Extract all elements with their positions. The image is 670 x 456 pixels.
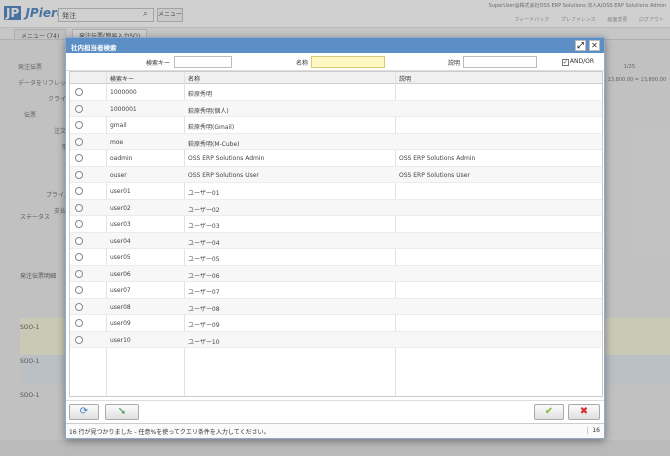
cell-name: ユーザー09 <box>188 322 220 329</box>
table-row[interactable]: user06 ユーザー06 <box>70 265 602 282</box>
table-row[interactable]: user07 ユーザー07 <box>70 282 602 299</box>
cell-description: OSS ERP Solutions User <box>399 171 470 179</box>
cell-search-key: ouser <box>110 171 127 179</box>
table-row[interactable]: user02 ユーザー02 <box>70 199 602 216</box>
dialog-status-bar: 16 行が見つかりました - 任意%を使ってクエリ条件を入力してください。 16 <box>66 423 604 438</box>
check-icon: ✔ <box>544 406 554 417</box>
row-select-radio[interactable] <box>75 236 83 245</box>
grid-header: 検索キー 名称 説明 <box>70 72 602 84</box>
cell-search-key: user04 <box>110 237 131 245</box>
status-message: 16 行が見つかりました - 任意%を使ってクエリ条件を入力してください。 <box>69 429 270 436</box>
grid-body: 1000000 萩原秀明 1000001 萩原秀明(個人) gmail 萩原秀明(Gmai… <box>70 84 602 348</box>
cell-search-key: user02 <box>110 204 131 212</box>
dialog-title: 社内担当者検索 <box>71 44 117 52</box>
row-select-radio[interactable] <box>75 253 83 261</box>
name-input[interactable] <box>311 56 385 68</box>
cell-name: ユーザー03 <box>188 223 220 230</box>
checkbox-checked-icon: ✓ <box>561 59 569 66</box>
results-grid: 検索キー 名称 説明 1000000 萩原秀明 1000001 萩原秀明(個人) gma… <box>69 71 603 397</box>
cell-search-key: oadmin <box>110 155 133 162</box>
cell-name: 萩原秀明 <box>188 91 213 98</box>
description-label: 説明 <box>448 60 461 67</box>
column-header-search-key[interactable]: 検索キー <box>110 74 134 83</box>
row-select-radio[interactable] <box>75 220 83 228</box>
cell-search-key: user06 <box>110 270 131 278</box>
cell-search-key: user05 <box>110 254 131 261</box>
cell-name: 萩原秀明(M-Cube) <box>188 140 240 148</box>
cancel-button[interactable]: ✖ <box>568 404 600 420</box>
cell-search-key: user09 <box>110 320 131 327</box>
table-row[interactable]: gmail 萩原秀明(Gmail) <box>70 117 602 134</box>
table-row[interactable]: moe 萩原秀明(M-Cube) <box>70 133 602 150</box>
row-select-radio[interactable] <box>75 203 83 212</box>
cell-name: ユーザー06 <box>188 272 220 280</box>
table-row[interactable]: user10 ユーザー10 <box>70 331 602 348</box>
description-input[interactable] <box>463 56 537 68</box>
row-select-radio[interactable] <box>75 121 83 129</box>
cell-name: 萩原秀明(個人) <box>188 107 229 115</box>
row-select-radio[interactable] <box>75 88 83 96</box>
table-row[interactable]: user09 ユーザー09 <box>70 315 602 332</box>
column-header-name[interactable]: 名称 <box>188 74 200 83</box>
and-or-checkbox[interactable]: ✓ AND/OR <box>561 58 594 66</box>
cell-name: ユーザー05 <box>188 256 220 263</box>
column-header-description[interactable]: 説明 <box>399 74 411 83</box>
dialog-title-bar: 社内担当者検索 ⤢ ✕ <box>66 38 604 53</box>
close-icon[interactable]: ✕ <box>589 40 600 51</box>
row-select-radio[interactable] <box>75 154 83 162</box>
table-row[interactable]: user01 ユーザー01 <box>70 183 602 200</box>
row-count: 16 <box>587 427 600 434</box>
ok-button[interactable]: ✔ <box>534 404 564 420</box>
table-row[interactable]: oadmin OSS ERP Solutions Admin OSS ERP Sol… <box>70 150 602 167</box>
cell-search-key: user01 <box>110 188 131 195</box>
table-row[interactable]: 1000001 萩原秀明(個人) <box>70 100 602 117</box>
cell-search-key: user07 <box>110 287 131 294</box>
row-select-radio[interactable] <box>75 104 83 113</box>
table-row[interactable]: user05 ユーザー05 <box>70 249 602 266</box>
cell-name: OSS ERP Solutions User <box>188 171 259 179</box>
name-label: 名称 <box>296 60 309 67</box>
filter-bar: 検索キー 名称 説明 ✓ AND/OR <box>66 53 604 71</box>
row-select-radio[interactable] <box>75 269 83 278</box>
cell-search-key: moe <box>110 138 124 146</box>
cell-search-key: 1000000 <box>110 89 137 96</box>
table-row[interactable]: ouser OSS ERP Solutions User OSS ERP Solut… <box>70 166 602 183</box>
row-select-radio[interactable] <box>75 302 83 311</box>
row-select-radio[interactable] <box>75 319 83 327</box>
cell-name: ユーザー02 <box>188 206 220 214</box>
cell-search-key: user03 <box>110 221 131 228</box>
refresh-icon: ⟳ <box>79 406 89 417</box>
cell-description: OSS ERP Solutions Admin <box>399 155 476 162</box>
zoom-button[interactable]: ➘ <box>105 404 139 420</box>
search-key-input[interactable] <box>174 56 232 68</box>
cross-icon: ✖ <box>579 406 589 417</box>
table-row[interactable]: user08 ユーザー08 <box>70 298 602 315</box>
table-row[interactable]: user04 ユーザー04 <box>70 232 602 249</box>
cell-name: ユーザー08 <box>188 305 220 313</box>
cell-search-key: 1000001 <box>110 105 137 113</box>
cell-search-key: user10 <box>110 336 131 344</box>
cell-name: ユーザー10 <box>188 338 220 346</box>
zoom-arrow-icon: ➘ <box>117 406 127 417</box>
refresh-button[interactable]: ⟳ <box>69 404 99 420</box>
row-select-radio[interactable] <box>75 335 83 344</box>
cell-name: OSS ERP Solutions Admin <box>188 155 265 162</box>
row-select-radio[interactable] <box>75 137 83 146</box>
maximize-icon[interactable]: ⤢ <box>575 40 586 51</box>
dialog-button-bar: ⟳ ➘ ✔ ✖ <box>66 400 604 422</box>
cell-search-key: gmail <box>110 122 127 129</box>
cell-search-key: user08 <box>110 303 131 311</box>
row-select-radio[interactable] <box>75 187 83 195</box>
row-select-radio[interactable] <box>75 286 83 294</box>
cell-name: ユーザー04 <box>188 239 220 247</box>
cell-name: 萩原秀明(Gmail) <box>188 124 235 131</box>
table-row[interactable]: 1000000 萩原秀明 <box>70 84 602 101</box>
user-search-dialog: 社内担当者検索 ⤢ ✕ 検索キー 名称 説明 ✓ AND/OR 検索キー 名称 説… <box>65 37 605 439</box>
cell-name: ユーザー07 <box>188 289 220 296</box>
table-row[interactable]: user03 ユーザー03 <box>70 216 602 233</box>
search-key-label: 検索キー <box>146 60 171 67</box>
cell-name: ユーザー01 <box>188 190 220 197</box>
row-select-radio[interactable] <box>75 170 83 179</box>
